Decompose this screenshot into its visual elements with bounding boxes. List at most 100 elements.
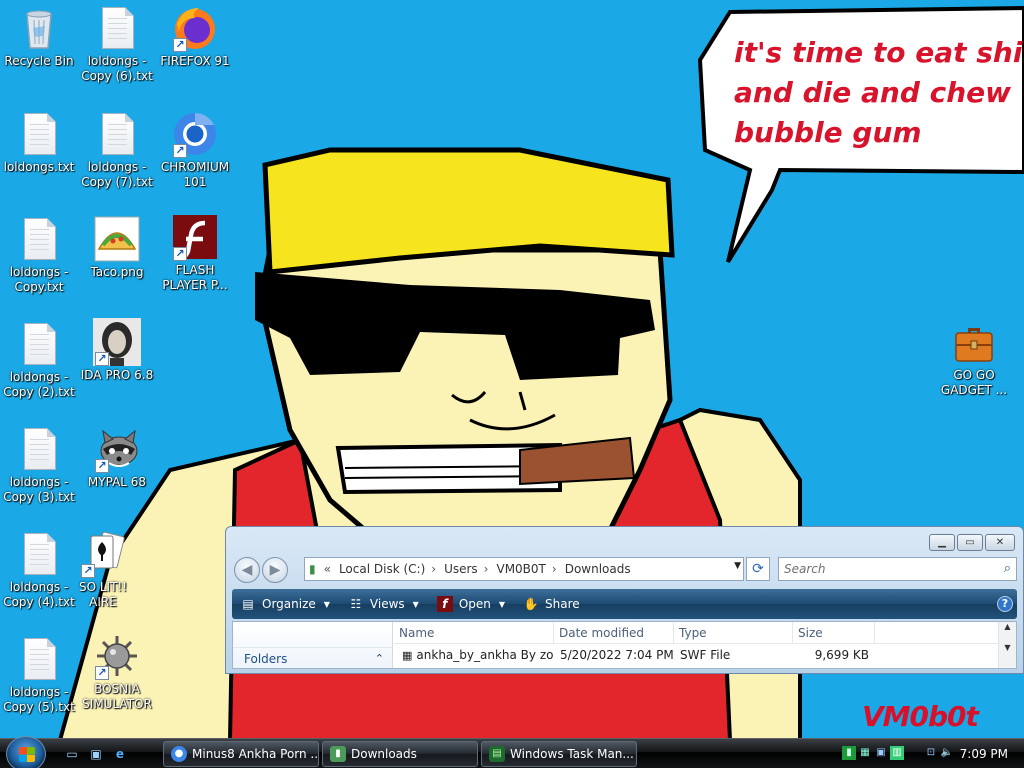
show-desktop-icon[interactable]: ▭ <box>64 746 80 762</box>
text-file-icon <box>15 320 63 368</box>
speech-bubble-text: it's time to eat shit and die and chew b… <box>734 33 1024 153</box>
volume-muted-icon[interactable]: 🔈 <box>940 746 954 760</box>
text-file-icon <box>15 110 63 158</box>
scroll-up-icon[interactable]: ▲ <box>999 622 1016 631</box>
desktop-icon-label: CHROMIUM 101 <box>160 160 230 189</box>
taskbar-button-task-manager[interactable]: ▤ Windows Task Man... <box>481 741 637 767</box>
views-button[interactable]: ☷ Views ▼ <box>348 596 419 612</box>
taskbar-button-label: Minus8 Ankha Porn ... <box>192 747 319 761</box>
maximize-button[interactable]: ▭ <box>957 534 983 551</box>
search-input[interactable]: Search ⌕ <box>778 557 1017 581</box>
desktop-icon-loldongs-copy-txt[interactable]: loldongs - Copy.txt <box>0 215 78 295</box>
breadcrumb-overflow-icon[interactable]: « <box>324 562 331 576</box>
desktop-icon-loldongs-txt[interactable]: loldongs.txt <box>0 110 78 175</box>
taskbar-button-chromium[interactable]: ● Minus8 Ankha Porn ... <box>163 741 319 767</box>
recycle-bin-icon <box>15 4 63 52</box>
desktop-icon-ida-pro[interactable]: ↗ IDA PRO 6.8 <box>78 318 156 383</box>
file-type: SWF File <box>680 648 731 662</box>
breadcrumb-separator-icon[interactable]: › <box>552 562 557 576</box>
desktop-icon-loldongs-copy-7-txt[interactable]: loldongs - Copy (7).txt <box>78 110 156 190</box>
folders-label: Folders <box>244 652 288 666</box>
chromium-icon: ↗ <box>171 110 219 158</box>
desktop-icon-label: Recycle Bin <box>4 54 74 68</box>
desktop-icon-loldongs-copy-3-txt[interactable]: loldongs - Copy (3).txt <box>0 425 78 505</box>
folders-toggle[interactable]: Folders ⌃ <box>233 647 392 669</box>
desktop-icon-flash-player[interactable]: ↗ FLASH PLAYER P... <box>156 213 234 293</box>
forward-arrow-icon: ▶ <box>269 562 281 578</box>
explorer-content: Folders ⌃ Name Date modified Type Size ▦… <box>232 621 1017 669</box>
breadcrumb-users[interactable]: Users <box>444 562 478 576</box>
text-file-icon <box>93 110 141 158</box>
breadcrumb-user[interactable]: VM0B0T <box>496 562 545 576</box>
breadcrumb-separator-icon[interactable]: › <box>431 562 436 576</box>
clock[interactable]: 7:09 PM <box>960 739 1008 768</box>
desktop-icon-loldongs-copy-6-txt[interactable]: loldongs - Copy (6).txt <box>78 4 156 84</box>
help-button[interactable]: ? <box>997 596 1013 612</box>
file-list: Name Date modified Type Size ▦ ankha_by_a… <box>394 622 998 668</box>
scroll-down-icon[interactable]: ▼ <box>999 643 1016 652</box>
breadcrumb-downloads[interactable]: Downloads <box>565 562 631 576</box>
flash-player-icon: ↗ <box>171 213 219 261</box>
column-header-type[interactable]: Type <box>674 622 793 644</box>
desktop-icon-label: loldongs.txt <box>3 160 75 174</box>
breadcrumb-separator-icon[interactable]: › <box>484 562 489 576</box>
desktop-icon-label: SO LIT!! AIRE <box>78 580 128 609</box>
column-header-size[interactable]: Size <box>793 622 875 644</box>
system-tray: ▮ ▦ ▣ ▥ ⊡ 🔈 7:09 PM <box>838 739 1024 768</box>
desktop-icon-loldongs-copy-5-txt[interactable]: loldongs - Copy (5).txt <box>0 635 78 715</box>
desktop-icon-chromium[interactable]: ↗ CHROMIUM 101 <box>156 110 234 190</box>
close-button[interactable]: ✕ <box>985 534 1015 551</box>
chevron-down-icon: ▼ <box>323 599 330 609</box>
file-size: 9,699 KB <box>814 648 869 662</box>
desktop-icon-mypal[interactable]: ↗ MYPAL 68 <box>78 425 156 490</box>
table-row[interactable]: ▦ ankha_by_ankha By zo... 5/20/2022 7:04 … <box>394 645 869 665</box>
column-header-name[interactable]: Name <box>394 622 554 644</box>
solitaire-cards-icon: ↗ <box>79 530 127 578</box>
desktop-icon-go-go-gadget[interactable]: GO GO GADGET ... <box>935 318 1013 398</box>
tray-app-icon[interactable]: ▥ <box>890 746 904 760</box>
search-icon[interactable]: ⌕ <box>1004 561 1011 576</box>
organize-button[interactable]: ▤ Organize ▼ <box>240 596 330 612</box>
share-button[interactable]: ✋ Share <box>523 596 580 612</box>
open-button[interactable]: f Open ▼ <box>436 596 505 612</box>
desktop-icon-bosnia-simulator[interactable]: ↗ BOSNIA SIMULATOR <box>78 632 156 712</box>
wallpaper-watermark: VM0b0t <box>862 700 979 733</box>
internet-explorer-icon[interactable]: e <box>112 746 128 762</box>
taskbar-button-downloads[interactable]: ▮ Downloads <box>322 741 478 767</box>
desktop-icon-solitaire[interactable]: ↗ SO LIT!! AIRE <box>64 530 142 610</box>
explorer-window-downloads[interactable]: ▁ ▭ ✕ ◀ ▶ ▮ « Local Disk (C:) › Users › … <box>225 526 1024 674</box>
switch-windows-icon[interactable]: ▣ <box>88 746 104 762</box>
views-icon: ☷ <box>350 597 362 611</box>
minimize-button[interactable]: ▁ <box>929 534 955 551</box>
address-dropdown-icon[interactable]: ▼ <box>734 561 741 571</box>
desktop-icon-firefox[interactable]: ↗ FIREFOX 91 <box>156 4 234 69</box>
window-controls: ▁ ▭ ✕ <box>929 534 1015 551</box>
tray-app-icon[interactable]: ▮ <box>842 746 856 760</box>
tray-app-icon[interactable]: ▣ <box>874 746 888 760</box>
organize-label: Organize <box>262 597 316 611</box>
address-bar[interactable]: ▮ « Local Disk (C:) › Users › VM0B0T › D… <box>304 557 744 581</box>
refresh-button[interactable]: ⟳ <box>746 557 770 581</box>
vertical-scrollbar[interactable]: ▲ ▼ <box>998 622 1016 668</box>
desktop-icon-label: GO GO GADGET ... <box>940 368 1008 397</box>
views-label: Views <box>369 597 405 611</box>
desktop-icon-label: loldongs - Copy (3).txt <box>3 475 75 504</box>
desktop-icon-taco-png[interactable]: Taco.png <box>78 215 156 280</box>
back-button[interactable]: ◀ <box>234 557 260 583</box>
breadcrumb-local-disk[interactable]: Local Disk (C:) <box>339 562 425 576</box>
forward-button[interactable]: ▶ <box>262 557 288 583</box>
desktop-icon-loldongs-copy-2-txt[interactable]: loldongs - Copy (2).txt <box>0 320 78 400</box>
start-button[interactable] <box>6 736 46 768</box>
address-row: ◀ ▶ ▮ « Local Disk (C:) › Users › VM0B0T… <box>232 555 1017 583</box>
share-label: Share <box>545 597 580 611</box>
file-name: ankha_by_ankha By zo... <box>416 648 554 662</box>
text-file-icon <box>15 530 63 578</box>
desktop-icon-label: loldongs - Copy (7).txt <box>81 160 153 189</box>
back-arrow-icon: ◀ <box>241 562 253 578</box>
folder-icon: ▮ <box>309 562 316 576</box>
tray-app-icon[interactable]: ▦ <box>858 746 872 760</box>
network-icon[interactable]: ⊡ <box>924 746 938 760</box>
open-label: Open <box>458 597 491 611</box>
column-header-date-modified[interactable]: Date modified <box>554 622 674 644</box>
desktop-icon-recycle-bin[interactable]: Recycle Bin <box>0 4 78 69</box>
